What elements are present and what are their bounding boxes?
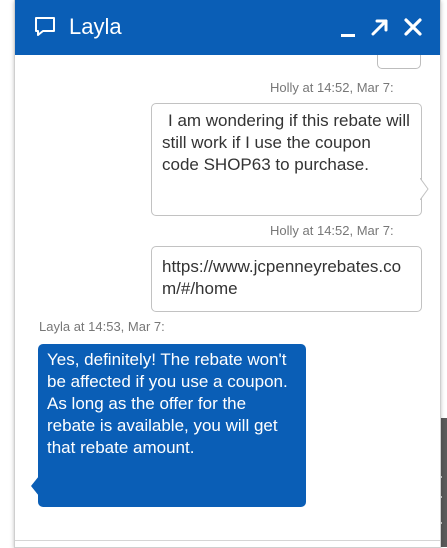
chat-window: Layla Holly at 14:52, Mar 7: I am wonder… bbox=[14, 0, 441, 548]
popout-arrow-icon bbox=[371, 19, 388, 36]
message-text: I am wondering if this rebate will still… bbox=[162, 111, 410, 174]
sent-message-bubble: I am wondering if this rebate will still… bbox=[151, 103, 422, 216]
input-area-divider bbox=[15, 540, 440, 541]
message-text: Yes, definitely! The rebate won't be aff… bbox=[47, 350, 288, 457]
bubble-tail bbox=[420, 178, 429, 200]
minimize-button[interactable] bbox=[333, 12, 363, 42]
message-timestamp: Holly at 14:52, Mar 7: bbox=[270, 223, 394, 238]
sent-link-bubble: https://www.jcpenneyrebates.com/#/home bbox=[151, 246, 422, 312]
close-icon bbox=[404, 18, 422, 36]
message-timestamp: Layla at 14:53, Mar 7: bbox=[39, 319, 165, 334]
chat-bubble-icon bbox=[33, 15, 57, 39]
message-link-text[interactable]: https://www.jcpenneyrebates.com/#/home bbox=[162, 257, 401, 298]
received-message-bubble: Yes, definitely! The rebate won't be aff… bbox=[38, 344, 306, 507]
close-button[interactable] bbox=[398, 12, 428, 42]
agent-name: Layla bbox=[69, 14, 122, 39]
previous-message-bubble bbox=[377, 55, 421, 69]
message-timestamp: Holly at 14:52, Mar 7: bbox=[270, 80, 394, 95]
chat-header: Layla bbox=[15, 0, 440, 55]
bubble-tail bbox=[31, 476, 39, 496]
minimize-icon bbox=[341, 34, 355, 37]
popout-button[interactable] bbox=[365, 12, 395, 42]
